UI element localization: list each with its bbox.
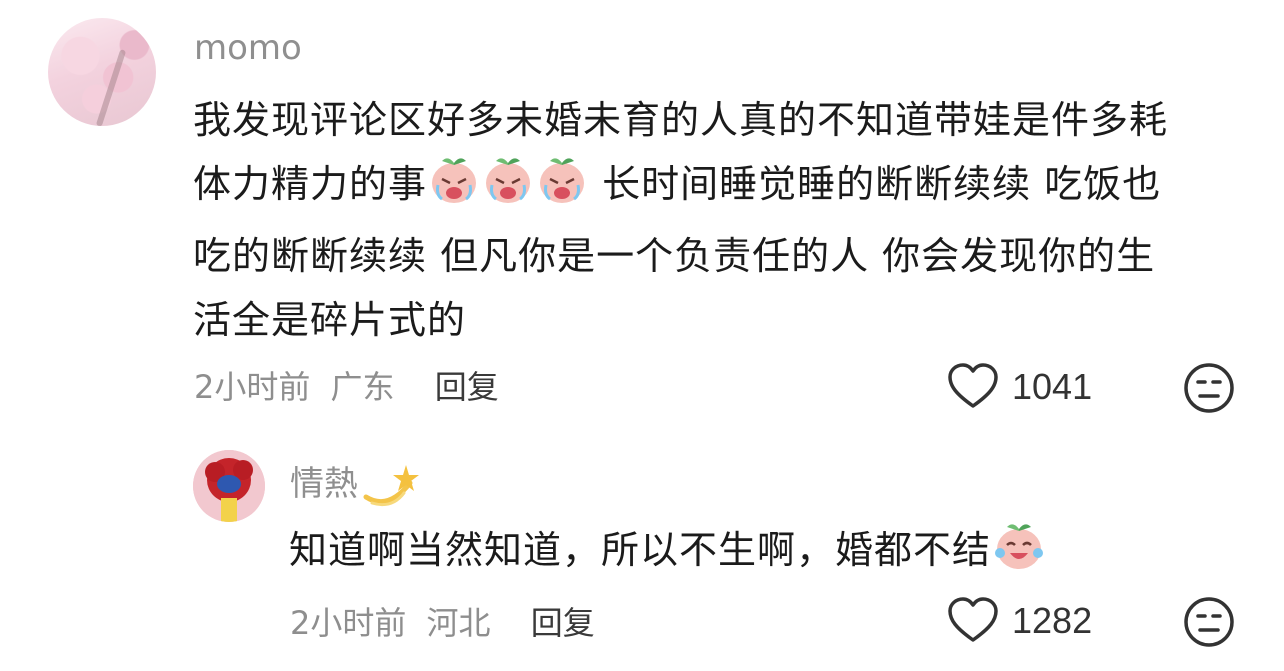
heart-icon[interactable]: [946, 360, 1000, 414]
comment-line: 活全是碎片式的: [193, 298, 467, 342]
reply-button[interactable]: 回复: [531, 604, 595, 642]
comment-line: 我发现评论区好多未婚未育的人真的不知道带娃是件多耗: [193, 98, 1169, 142]
like-count: 1282: [1012, 600, 1093, 641]
comment-text: 知道啊当然知道，所以不生啊，婚都不结: [289, 518, 1047, 590]
like-count: 1041: [1012, 366, 1093, 407]
crying-peach-emoji: [536, 155, 588, 224]
comment-line-part: 长时间睡觉睡的断断续续 吃饭也: [602, 162, 1162, 206]
dislike-face-icon[interactable]: [1183, 362, 1235, 414]
avatar-image-detail: [95, 49, 127, 126]
avatar[interactable]: [48, 18, 156, 126]
timestamp: 2小时前: [290, 604, 407, 642]
comment-meta: 2小时前 河北 回复: [290, 598, 595, 644]
dizzy-star-emoji: [362, 459, 420, 518]
comment-line-part: 体力精力的事: [193, 162, 428, 206]
crying-peach-emoji: [428, 155, 480, 224]
comment-line: 吃的断断续续 但凡你是一个负责任的人 你会发现你的生: [193, 234, 1156, 278]
avatar[interactable]: [193, 450, 265, 522]
username[interactable]: momo: [194, 28, 302, 68]
timestamp: 2小时前: [194, 368, 311, 406]
username-row: 情熱: [290, 456, 421, 518]
crying-peach-emoji: [482, 155, 534, 224]
comment-meta: 2小时前 广东 回复: [194, 362, 499, 408]
location: 河北: [426, 604, 491, 642]
heart-icon[interactable]: [946, 594, 1000, 648]
comment-line: 体力精力的事 长时间睡觉睡的断断续续 吃饭也: [193, 152, 1253, 224]
reply-button[interactable]: 回复: [435, 368, 499, 406]
comment-line-part: 知道啊当然知道，所以不生啊，婚都不结: [289, 528, 992, 572]
dislike-face-icon[interactable]: [1183, 596, 1235, 648]
location: 广东: [330, 368, 395, 406]
username[interactable]: 情熱: [290, 464, 358, 504]
laughing-crying-peach-emoji: [992, 521, 1046, 590]
comment-text: 我发现评论区好多未婚未育的人真的不知道带娃是件多耗 体力精力的事 长时间睡觉睡的…: [193, 88, 1253, 352]
